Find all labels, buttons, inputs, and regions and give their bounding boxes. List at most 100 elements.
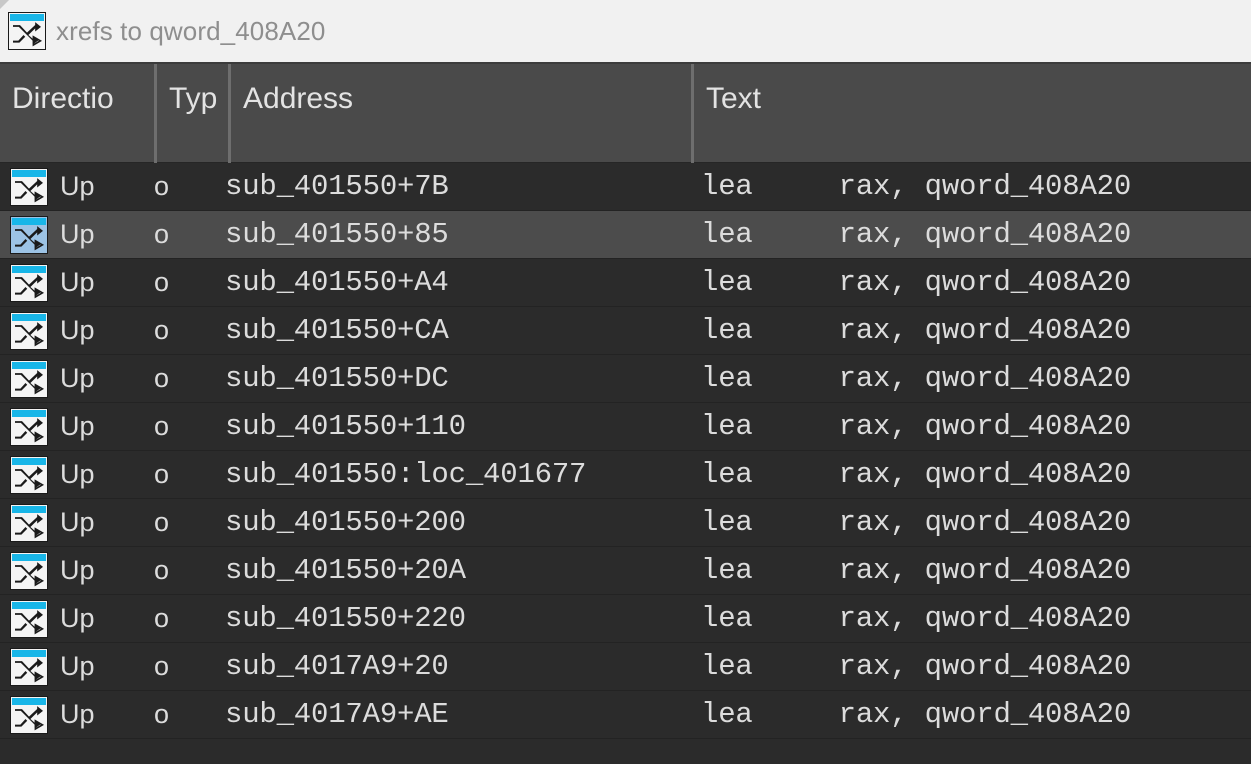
xrefs-icon-glyph xyxy=(11,609,47,637)
cell-address: sub_401550+200 xyxy=(225,506,691,539)
column-header-direction[interactable]: Directio xyxy=(0,64,154,163)
table-row[interactable]: Uposub_401550:loc_401677lea rax, qword_4… xyxy=(0,451,1251,499)
table-row-icon-cell xyxy=(0,168,60,206)
xrefs-icon-glyph xyxy=(11,513,47,541)
cell-text: lea rax, qword_408A20 xyxy=(691,650,1251,683)
cell-type: o xyxy=(154,699,225,730)
table-row-icon-cell xyxy=(0,312,60,350)
xrefs-icon-accent-bar xyxy=(12,458,46,465)
table-row-icon-cell xyxy=(0,360,60,398)
table-row[interactable]: Uposub_401550+7Blea rax, qword_408A20 xyxy=(0,163,1251,211)
table-row[interactable]: Uposub_401550+20Alea rax, qword_408A20 xyxy=(0,547,1251,595)
cell-text: lea rax, qword_408A20 xyxy=(691,362,1251,395)
xrefs-icon xyxy=(10,216,48,254)
table-row[interactable]: Uposub_401550+CAlea rax, qword_408A20 xyxy=(0,307,1251,355)
xrefs-icon-glyph xyxy=(11,705,47,733)
column-header-type[interactable]: Typ xyxy=(154,64,228,163)
table-row-icon-cell xyxy=(0,696,60,734)
table-row[interactable]: Uposub_4017A9+20lea rax, qword_408A20 xyxy=(0,643,1251,691)
xrefs-icon-glyph xyxy=(11,657,47,685)
xrefs-icon xyxy=(10,696,48,734)
cell-address: sub_401550+CA xyxy=(225,314,691,347)
cell-type: o xyxy=(154,603,225,634)
cell-text: lea rax, qword_408A20 xyxy=(691,170,1251,203)
xrefs-icon xyxy=(8,12,46,50)
window-titlebar: xrefs to qword_408A20 xyxy=(0,0,1251,64)
cell-direction: Up xyxy=(60,171,154,202)
cell-direction: Up xyxy=(60,651,154,682)
cell-text: lea rax, qword_408A20 xyxy=(691,218,1251,251)
xrefs-icon-accent-bar xyxy=(12,410,46,417)
xrefs-icon-accent-bar xyxy=(12,650,46,657)
cell-direction: Up xyxy=(60,507,154,538)
window-corner-marker xyxy=(0,0,9,9)
xrefs-icon-accent-bar xyxy=(12,218,46,225)
table-row-icon-cell xyxy=(0,552,60,590)
cell-type: o xyxy=(154,267,225,298)
xrefs-icon-accent-bar xyxy=(12,170,46,177)
xrefs-icon-glyph xyxy=(11,465,47,493)
cell-type: o xyxy=(154,411,225,442)
cell-direction: Up xyxy=(60,315,154,346)
table-row[interactable]: Uposub_401550+110lea rax, qword_408A20 xyxy=(0,403,1251,451)
cell-address: sub_401550:loc_401677 xyxy=(225,458,691,491)
xrefs-icon-accent-bar xyxy=(12,314,46,321)
cell-address: sub_401550+DC xyxy=(225,362,691,395)
xrefs-icon-glyph xyxy=(11,369,47,397)
cell-text: lea rax, qword_408A20 xyxy=(691,266,1251,299)
cell-direction: Up xyxy=(60,411,154,442)
xrefs-icon xyxy=(10,648,48,686)
xrefs-icon xyxy=(10,600,48,638)
column-header-text[interactable]: Text xyxy=(691,64,1251,163)
table-row[interactable]: Uposub_401550+200lea rax, qword_408A20 xyxy=(0,499,1251,547)
cell-direction: Up xyxy=(60,363,154,394)
cell-address: sub_401550+85 xyxy=(225,218,691,251)
table-row[interactable]: Uposub_401550+220lea rax, qword_408A20 xyxy=(0,595,1251,643)
table-row[interactable]: Uposub_401550+A4lea rax, qword_408A20 xyxy=(0,259,1251,307)
cell-address: sub_401550+110 xyxy=(225,410,691,443)
cell-type: o xyxy=(154,171,225,202)
xrefs-table-body[interactable]: Uposub_401550+7Blea rax, qword_408A20Upo… xyxy=(0,163,1251,764)
cell-address: sub_401550+A4 xyxy=(225,266,691,299)
table-row[interactable]: Uposub_401550+DClea rax, qword_408A20 xyxy=(0,355,1251,403)
cell-address: sub_401550+7B xyxy=(225,170,691,203)
cell-direction: Up xyxy=(60,603,154,634)
cell-address: sub_4017A9+AE xyxy=(225,698,691,731)
cell-text: lea rax, qword_408A20 xyxy=(691,410,1251,443)
cell-address: sub_4017A9+20 xyxy=(225,650,691,683)
xrefs-icon-glyph xyxy=(11,561,47,589)
xrefs-icon xyxy=(10,504,48,542)
xrefs-icon xyxy=(10,264,48,302)
table-row-icon-cell xyxy=(0,408,60,446)
cell-text: lea rax, qword_408A20 xyxy=(691,506,1251,539)
xrefs-icon-glyph xyxy=(11,417,47,445)
cell-address: sub_401550+220 xyxy=(225,602,691,635)
xrefs-icon-glyph xyxy=(9,21,45,49)
cell-text: lea rax, qword_408A20 xyxy=(691,602,1251,635)
xrefs-icon-accent-bar xyxy=(12,602,46,609)
table-row[interactable]: Uposub_4017A9+AElea rax, qword_408A20 xyxy=(0,691,1251,739)
cell-type: o xyxy=(154,555,225,586)
xrefs-icon xyxy=(10,360,48,398)
column-header-address[interactable]: Address xyxy=(228,64,691,163)
cell-direction: Up xyxy=(60,699,154,730)
cell-text: lea rax, qword_408A20 xyxy=(691,458,1251,491)
xrefs-icon-accent-bar xyxy=(12,362,46,369)
xrefs-icon-accent-bar xyxy=(12,266,46,273)
cell-address: sub_401550+20A xyxy=(225,554,691,587)
table-row-icon-cell xyxy=(0,456,60,494)
cell-direction: Up xyxy=(60,267,154,298)
cell-text: lea rax, qword_408A20 xyxy=(691,314,1251,347)
xrefs-icon-glyph xyxy=(11,321,47,349)
cell-text: lea rax, qword_408A20 xyxy=(691,698,1251,731)
cell-type: o xyxy=(154,459,225,490)
table-row-icon-cell xyxy=(0,216,60,254)
cell-type: o xyxy=(154,363,225,394)
cell-text: lea rax, qword_408A20 xyxy=(691,554,1251,587)
xrefs-icon-accent-bar xyxy=(12,554,46,561)
xrefs-icon-accent-bar xyxy=(10,14,44,21)
cell-type: o xyxy=(154,219,225,250)
xrefs-icon xyxy=(10,552,48,590)
table-row[interactable]: Uposub_401550+85lea rax, qword_408A20 xyxy=(0,211,1251,259)
cell-direction: Up xyxy=(60,459,154,490)
